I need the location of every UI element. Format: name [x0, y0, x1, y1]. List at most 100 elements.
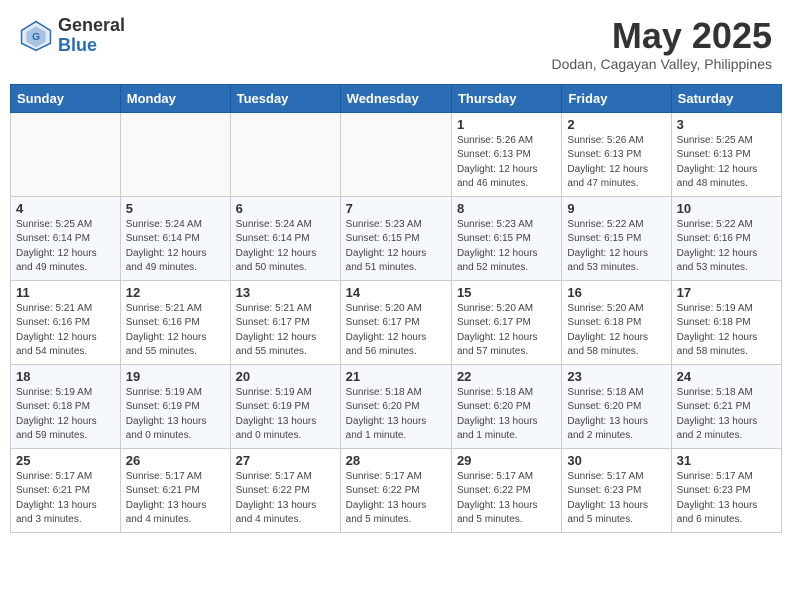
day-info: Sunrise: 5:24 AM Sunset: 6:14 PM Dayligh… — [126, 218, 225, 276]
calendar-day — [230, 112, 340, 196]
day-number: 26 — [126, 453, 225, 468]
day-number: 19 — [126, 369, 225, 384]
calendar-day: 7 Sunrise: 5:23 AM Sunset: 6:15 PM Daylig… — [340, 196, 451, 280]
day-number: 24 — [677, 369, 776, 384]
logo-icon: G — [20, 20, 52, 52]
day-number: 6 — [236, 201, 335, 216]
day-number: 7 — [346, 201, 446, 216]
calendar-day: 13 Sunrise: 5:21 AM Sunset: 6:17 PM Dayli… — [230, 280, 340, 364]
day-info: Sunrise: 5:17 AM Sunset: 6:22 PM Dayligh… — [457, 470, 556, 528]
day-number: 18 — [16, 369, 115, 384]
day-number: 22 — [457, 369, 556, 384]
day-number: 30 — [567, 453, 665, 468]
weekday-header-saturday: Saturday — [671, 84, 781, 112]
calendar-day: 20 Sunrise: 5:19 AM Sunset: 6:19 PM Dayli… — [230, 364, 340, 448]
title-area: May 2025 Dodan, Cagayan Valley, Philippi… — [551, 16, 772, 72]
day-number: 2 — [567, 117, 665, 132]
day-number: 11 — [16, 285, 115, 300]
calendar-day: 31Sunrise: 5:17 AM Sunset: 6:23 PM Dayli… — [671, 448, 781, 532]
calendar-day: 14 Sunrise: 5:20 AM Sunset: 6:17 PM Dayli… — [340, 280, 451, 364]
weekday-header-thursday: Thursday — [451, 84, 561, 112]
day-number: 27 — [236, 453, 335, 468]
day-info: Sunrise: 5:19 AM Sunset: 6:18 PM Dayligh… — [16, 386, 115, 444]
day-number: 25 — [16, 453, 115, 468]
day-info: Sunrise: 5:17 AM Sunset: 6:23 PM Dayligh… — [567, 470, 665, 528]
day-info: Sunrise: 5:20 AM Sunset: 6:18 PM Dayligh… — [567, 302, 665, 360]
calendar-day: 29Sunrise: 5:17 AM Sunset: 6:22 PM Dayli… — [451, 448, 561, 532]
calendar-day — [11, 112, 121, 196]
day-number: 8 — [457, 201, 556, 216]
calendar-week-4: 18 Sunrise: 5:19 AM Sunset: 6:18 PM Dayli… — [11, 364, 782, 448]
weekday-header-row: SundayMondayTuesdayWednesdayThursdayFrid… — [11, 84, 782, 112]
calendar-day: 27 Sunrise: 5:17 AM Sunset: 6:22 PM Dayli… — [230, 448, 340, 532]
day-number: 23 — [567, 369, 665, 384]
page-header: G General Blue May 2025 Dodan, Cagayan V… — [0, 0, 792, 76]
location-subtitle: Dodan, Cagayan Valley, Philippines — [551, 56, 772, 72]
month-title: May 2025 — [551, 16, 772, 56]
day-number: 14 — [346, 285, 446, 300]
calendar-week-5: 25 Sunrise: 5:17 AM Sunset: 6:21 PM Dayli… — [11, 448, 782, 532]
day-number: 16 — [567, 285, 665, 300]
day-number: 15 — [457, 285, 556, 300]
day-info: Sunrise: 5:22 AM Sunset: 6:16 PM Dayligh… — [677, 218, 776, 276]
logo-blue: Blue — [58, 36, 125, 56]
day-number: 9 — [567, 201, 665, 216]
day-info: Sunrise: 5:26 AM Sunset: 6:13 PM Dayligh… — [457, 134, 556, 192]
day-info: Sunrise: 5:19 AM Sunset: 6:18 PM Dayligh… — [677, 302, 776, 360]
calendar-day — [340, 112, 451, 196]
calendar-day: 15Sunrise: 5:20 AM Sunset: 6:17 PM Dayli… — [451, 280, 561, 364]
logo-general: General — [58, 16, 125, 36]
day-info: Sunrise: 5:18 AM Sunset: 6:20 PM Dayligh… — [567, 386, 665, 444]
day-info: Sunrise: 5:18 AM Sunset: 6:20 PM Dayligh… — [346, 386, 446, 444]
calendar-day: 21 Sunrise: 5:18 AM Sunset: 6:20 PM Dayli… — [340, 364, 451, 448]
calendar-week-2: 4Sunrise: 5:25 AM Sunset: 6:14 PM Daylig… — [11, 196, 782, 280]
day-info: Sunrise: 5:19 AM Sunset: 6:19 PM Dayligh… — [236, 386, 335, 444]
day-number: 21 — [346, 369, 446, 384]
calendar-day: 28Sunrise: 5:17 AM Sunset: 6:22 PM Dayli… — [340, 448, 451, 532]
day-number: 10 — [677, 201, 776, 216]
day-info: Sunrise: 5:21 AM Sunset: 6:16 PM Dayligh… — [16, 302, 115, 360]
day-info: Sunrise: 5:19 AM Sunset: 6:19 PM Dayligh… — [126, 386, 225, 444]
calendar-day: 22Sunrise: 5:18 AM Sunset: 6:20 PM Dayli… — [451, 364, 561, 448]
calendar-day: 12 Sunrise: 5:21 AM Sunset: 6:16 PM Dayli… — [120, 280, 230, 364]
day-info: Sunrise: 5:17 AM Sunset: 6:22 PM Dayligh… — [346, 470, 446, 528]
day-info: Sunrise: 5:23 AM Sunset: 6:15 PM Dayligh… — [346, 218, 446, 276]
day-info: Sunrise: 5:26 AM Sunset: 6:13 PM Dayligh… — [567, 134, 665, 192]
day-info: Sunrise: 5:21 AM Sunset: 6:17 PM Dayligh… — [236, 302, 335, 360]
calendar-week-3: 11 Sunrise: 5:21 AM Sunset: 6:16 PM Dayli… — [11, 280, 782, 364]
day-number: 20 — [236, 369, 335, 384]
calendar-day: 2 Sunrise: 5:26 AM Sunset: 6:13 PM Daylig… — [562, 112, 671, 196]
calendar-day: 11 Sunrise: 5:21 AM Sunset: 6:16 PM Dayli… — [11, 280, 121, 364]
calendar-day: 25 Sunrise: 5:17 AM Sunset: 6:21 PM Dayli… — [11, 448, 121, 532]
calendar-day: 5Sunrise: 5:24 AM Sunset: 6:14 PM Daylig… — [120, 196, 230, 280]
day-number: 13 — [236, 285, 335, 300]
day-info: Sunrise: 5:25 AM Sunset: 6:13 PM Dayligh… — [677, 134, 776, 192]
calendar-day: 26Sunrise: 5:17 AM Sunset: 6:21 PM Dayli… — [120, 448, 230, 532]
day-number: 12 — [126, 285, 225, 300]
calendar-day: 24 Sunrise: 5:18 AM Sunset: 6:21 PM Dayli… — [671, 364, 781, 448]
weekday-header-wednesday: Wednesday — [340, 84, 451, 112]
day-info: Sunrise: 5:18 AM Sunset: 6:21 PM Dayligh… — [677, 386, 776, 444]
calendar-day: 16 Sunrise: 5:20 AM Sunset: 6:18 PM Dayli… — [562, 280, 671, 364]
calendar-day: 17Sunrise: 5:19 AM Sunset: 6:18 PM Dayli… — [671, 280, 781, 364]
calendar-day: 9 Sunrise: 5:22 AM Sunset: 6:15 PM Daylig… — [562, 196, 671, 280]
calendar-day: 1 Sunrise: 5:26 AM Sunset: 6:13 PM Daylig… — [451, 112, 561, 196]
calendar-day: 19 Sunrise: 5:19 AM Sunset: 6:19 PM Dayli… — [120, 364, 230, 448]
calendar-day: 30 Sunrise: 5:17 AM Sunset: 6:23 PM Dayli… — [562, 448, 671, 532]
day-info: Sunrise: 5:23 AM Sunset: 6:15 PM Dayligh… — [457, 218, 556, 276]
calendar-week-1: 1 Sunrise: 5:26 AM Sunset: 6:13 PM Daylig… — [11, 112, 782, 196]
calendar-table: SundayMondayTuesdayWednesdayThursdayFrid… — [10, 84, 782, 533]
day-info: Sunrise: 5:22 AM Sunset: 6:15 PM Dayligh… — [567, 218, 665, 276]
day-info: Sunrise: 5:24 AM Sunset: 6:14 PM Dayligh… — [236, 218, 335, 276]
logo-text: General Blue — [58, 16, 125, 56]
day-number: 31 — [677, 453, 776, 468]
day-info: Sunrise: 5:17 AM Sunset: 6:21 PM Dayligh… — [16, 470, 115, 528]
day-info: Sunrise: 5:17 AM Sunset: 6:22 PM Dayligh… — [236, 470, 335, 528]
weekday-header-monday: Monday — [120, 84, 230, 112]
weekday-header-sunday: Sunday — [11, 84, 121, 112]
day-info: Sunrise: 5:20 AM Sunset: 6:17 PM Dayligh… — [346, 302, 446, 360]
day-info: Sunrise: 5:21 AM Sunset: 6:16 PM Dayligh… — [126, 302, 225, 360]
calendar-day: 23 Sunrise: 5:18 AM Sunset: 6:20 PM Dayli… — [562, 364, 671, 448]
day-number: 1 — [457, 117, 556, 132]
weekday-header-tuesday: Tuesday — [230, 84, 340, 112]
